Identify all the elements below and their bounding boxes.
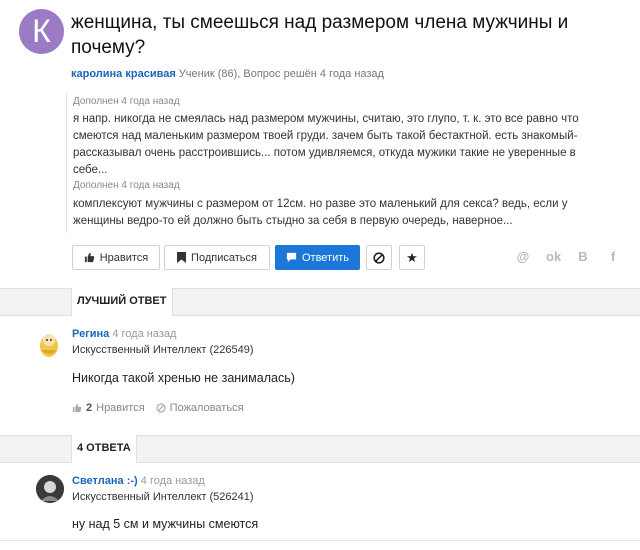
reply-button[interactable]: Ответить: [275, 245, 360, 270]
answer-report[interactable]: Пожаловаться: [156, 402, 244, 414]
author-link[interactable]: Регина: [72, 328, 109, 340]
addendum-text: комплексуют мужчины с размером от 12см. …: [73, 198, 568, 227]
block-icon: [156, 403, 166, 413]
answer-like[interactable]: 2 Нравится: [72, 402, 145, 414]
regina-avatar[interactable]: [38, 330, 60, 358]
like-button[interactable]: Нравится: [72, 245, 160, 270]
answers-section-header: 4 ОТВЕТА: [0, 435, 640, 463]
answer-text: ну над 5 см и мужчины смеются: [72, 517, 259, 531]
addendum-label: Дополнен 4 года назад: [73, 180, 180, 191]
author-link[interactable]: каролина красивая: [71, 68, 176, 80]
best-answer-section-header: ЛУЧШИЙ ОТВЕТ: [0, 288, 640, 316]
addendum-label: Дополнен 4 года назад: [73, 96, 180, 107]
svetlana-avatar[interactable]: [36, 475, 64, 503]
question-meta: каролина красивая Ученик (86), Вопрос ре…: [71, 68, 384, 80]
avatar-image: [36, 475, 64, 503]
answer-author: Регина 4 года назад: [72, 328, 177, 340]
divider: [0, 540, 640, 541]
favorite-button[interactable]: ★: [399, 245, 425, 270]
author-link[interactable]: Светлана :-): [72, 475, 138, 487]
addenda-divider: [66, 93, 67, 233]
best-answer-tab: ЛУЧШИЙ ОТВЕТ: [71, 288, 173, 316]
thumbs-up-icon: [72, 403, 82, 413]
share-odnoklassniki-icon[interactable]: ok: [546, 250, 561, 264]
bookmark-icon: [177, 252, 187, 263]
subscribe-button[interactable]: Подписаться: [164, 245, 270, 270]
block-button[interactable]: [366, 245, 392, 270]
addendum-text: я напр. никогда не смеялась над размером…: [73, 113, 579, 176]
thumbs-up-icon: [84, 252, 94, 263]
avatar-image: [40, 334, 58, 357]
share-email-icon[interactable]: @: [516, 250, 530, 264]
star-icon: ★: [406, 249, 418, 265]
share-vk-icon[interactable]: В: [576, 250, 590, 264]
comment-icon: [286, 252, 297, 263]
author-info: Ученик (86), Вопрос решён 4 года назад: [178, 68, 384, 80]
author-rank: Искусственный Интеллект (526241): [72, 491, 254, 503]
answer-actions: 2 Нравится Пожаловаться: [72, 402, 244, 414]
answers-tab: 4 ОТВЕТА: [71, 435, 137, 463]
answer-author: Светлана :-) 4 года назад: [72, 475, 205, 487]
share-facebook-icon[interactable]: f: [606, 250, 620, 264]
avatar-letter: К: [32, 13, 51, 49]
answer-text: Никогда такой хренью не занималась): [72, 371, 295, 385]
block-icon: [373, 251, 385, 264]
author-rank: Искусственный Интеллект (226549): [72, 344, 254, 356]
question-title: женщина, ты смеешься над размером члена …: [71, 12, 569, 58]
author-avatar[interactable]: К: [19, 9, 64, 54]
